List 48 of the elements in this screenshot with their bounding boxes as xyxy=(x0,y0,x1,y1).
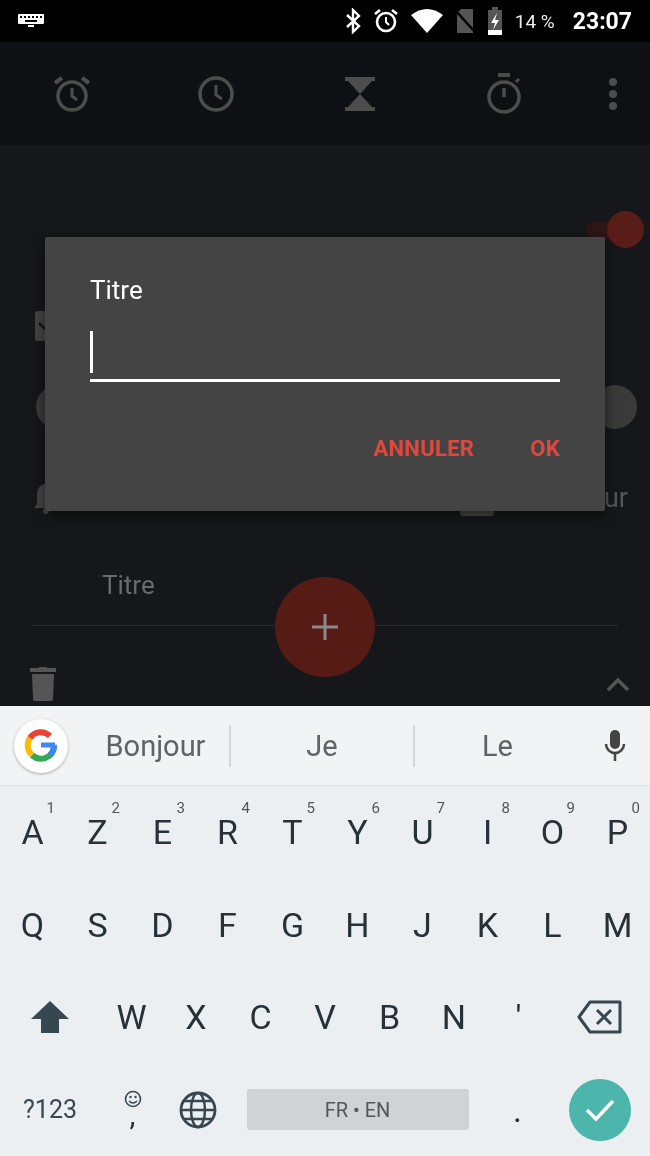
key-hint: 1 xyxy=(46,799,55,817)
key[interactable]: W xyxy=(99,971,164,1064)
key-hint: 3 xyxy=(176,799,185,817)
key[interactable]: H xyxy=(325,878,390,971)
key[interactable]: C xyxy=(228,971,293,1064)
key[interactable]: D xyxy=(130,878,195,971)
key[interactable]: R 4 xyxy=(195,786,260,879)
key[interactable]: J xyxy=(390,878,455,971)
key[interactable]: ' xyxy=(486,971,551,1064)
key[interactable]: Y 6 xyxy=(325,786,390,879)
suggestion[interactable]: Je xyxy=(306,728,338,763)
key[interactable]: K xyxy=(455,878,520,971)
key-hint: 5 xyxy=(306,799,315,817)
key[interactable]: P 0 xyxy=(585,786,650,879)
key-hint: 6 xyxy=(371,799,380,817)
clock-time: 23:07 xyxy=(572,7,632,35)
space-key[interactable]: FR • EN xyxy=(246,1089,469,1131)
key[interactable]: U 7 xyxy=(390,786,455,879)
key[interactable]: I 8 xyxy=(455,786,520,879)
key[interactable]: M xyxy=(585,878,650,971)
key-hint: 2 xyxy=(111,799,120,817)
key[interactable]: E 3 xyxy=(130,786,195,879)
key[interactable]: A 1 xyxy=(0,786,65,879)
key[interactable]: L xyxy=(520,878,585,971)
suggestion[interactable]: Bonjour xyxy=(105,728,206,763)
key[interactable]: O 9 xyxy=(520,786,585,879)
key-hint: 0 xyxy=(631,799,640,817)
key[interactable]: X xyxy=(163,971,229,1064)
alarm-label-fragment: ur xyxy=(603,481,628,514)
key[interactable]: G xyxy=(260,878,325,971)
comma-key[interactable]: , xyxy=(129,1099,136,1130)
key[interactable]: S xyxy=(65,878,130,971)
key[interactable]: . xyxy=(485,1063,550,1156)
suggestion[interactable]: Le xyxy=(482,728,513,763)
symbols-key[interactable]: ?123 xyxy=(0,1063,100,1156)
battery-percent: 14 % xyxy=(514,9,555,33)
key[interactable]: F xyxy=(195,878,260,971)
key[interactable]: Z 2 xyxy=(65,786,130,879)
key-hint: 9 xyxy=(566,799,575,817)
key[interactable]: V xyxy=(292,971,358,1064)
key[interactable]: N xyxy=(421,971,487,1064)
key-hint: 7 xyxy=(436,799,445,817)
key[interactable]: B xyxy=(357,971,422,1064)
key-hint: 8 xyxy=(501,799,510,817)
key[interactable]: T 5 xyxy=(260,786,325,879)
key-hint: 4 xyxy=(241,799,250,817)
dialog-title: Titre xyxy=(90,274,143,307)
key[interactable]: Q xyxy=(0,878,65,971)
